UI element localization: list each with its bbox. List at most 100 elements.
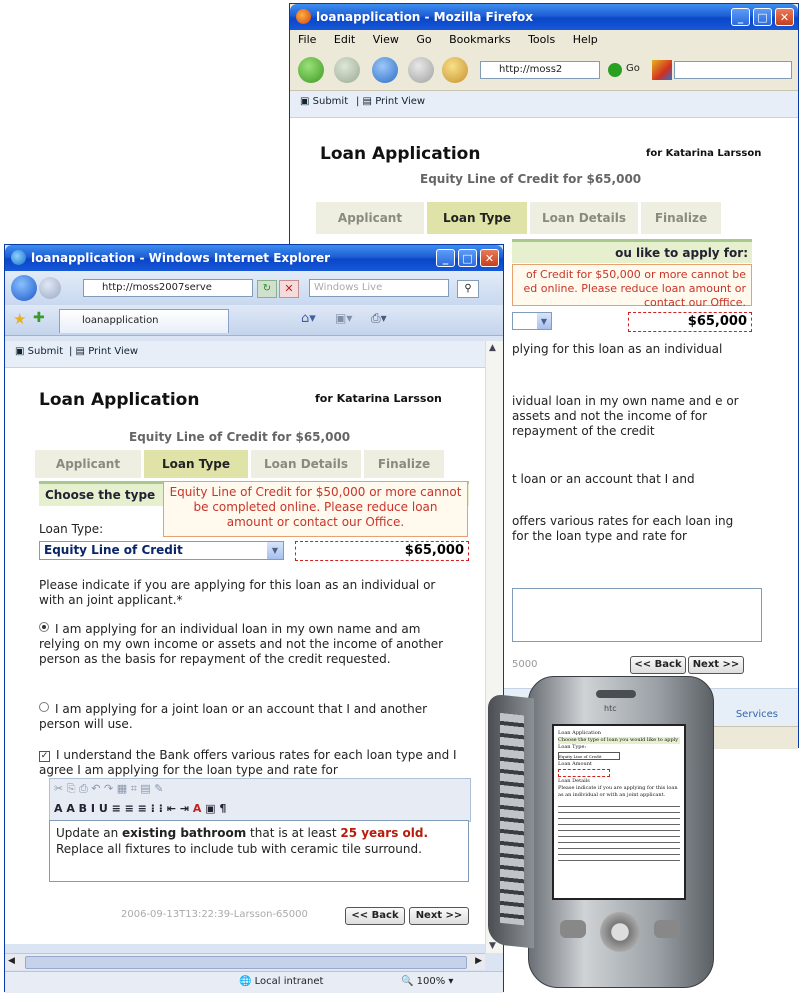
phone-speaker	[596, 690, 636, 698]
back-arrow-icon[interactable]	[298, 57, 324, 83]
services-link[interactable]: Services	[736, 709, 778, 720]
stop-icon[interactable]: ✕	[279, 280, 299, 298]
menu-bookmarks[interactable]: Bookmarks	[449, 33, 510, 46]
option-individual-fragment: ividual loan in my own name and e or ass…	[512, 394, 739, 438]
favorites-star-icon[interactable]: ★	[13, 310, 26, 328]
tab-strip: Applicant Loan Type Loan Details Finaliz…	[35, 450, 447, 478]
option-joint-label: I am applying for a joint loan or an acc…	[39, 702, 428, 731]
screen-text-lines	[558, 801, 680, 861]
home-icon[interactable]	[442, 57, 468, 83]
go-icon[interactable]	[608, 63, 622, 77]
menu-file[interactable]: File	[298, 33, 316, 46]
close-button[interactable]: ✕	[775, 8, 794, 26]
rich-text-area[interactable]	[512, 588, 762, 642]
scroll-left-icon[interactable]: ◀	[8, 956, 15, 966]
stop-icon[interactable]	[408, 57, 434, 83]
firefox-icon	[296, 9, 311, 24]
menu-view[interactable]: View	[373, 33, 399, 46]
ie-address-row: http://moss2007serve ↻ ✕ Windows Live ⚲	[5, 271, 503, 305]
menu-edit[interactable]: Edit	[334, 33, 355, 46]
question-fragment: plying for this loan as an individual	[512, 342, 723, 356]
refresh-icon[interactable]: ↻	[257, 280, 277, 298]
firefox-address-bar[interactable]: http://moss2	[480, 61, 600, 79]
page-title: Loan Application	[320, 144, 481, 164]
rte-toolbar-row-2[interactable]: A A B I U ≡ ≡ ≡ ⁝ ⁝ ⇤ ⇥ A ▣ ¶	[50, 799, 470, 819]
intranet-zone[interactable]: 🌐 Local intranet	[239, 976, 323, 987]
submit-link[interactable]: ▣ Submit	[15, 346, 63, 357]
forward-arrow-icon[interactable]	[39, 277, 61, 299]
rate-agreement[interactable]: ✓ I understand the Bank offers various ra…	[39, 748, 459, 778]
firefox-titlebar[interactable]: loanapplication - Mozilla Firefox _ □ ✕	[290, 4, 798, 30]
reload-icon[interactable]	[372, 57, 398, 83]
rte-toolbar-row-1[interactable]: ✂ ⎘ ⎙ ↶ ↷ ▦ ⌗ ▤ ✎	[50, 779, 470, 799]
tab-loan-details[interactable]: Loan Details	[251, 450, 361, 478]
tab-applicant[interactable]: Applicant	[35, 450, 141, 478]
ie-tab[interactable]: loanapplication	[59, 309, 229, 333]
search-placeholder: Windows Live	[314, 282, 383, 293]
radio-joint[interactable]	[39, 702, 49, 712]
search-box[interactable]	[674, 61, 792, 79]
scroll-right-icon[interactable]: ▶	[475, 956, 482, 966]
applicant-name: for Katarina Larsson	[646, 148, 762, 159]
screen-line: Choose the type of loan you would like t…	[558, 737, 680, 744]
maximize-button[interactable]: □	[753, 8, 772, 26]
add-favorites-icon[interactable]: ✚	[33, 310, 45, 326]
option-joint[interactable]: I am applying for a joint loan or an acc…	[39, 702, 459, 732]
minimize-button[interactable]: _	[731, 8, 750, 26]
loan-amount-field[interactable]: $65,000	[628, 312, 752, 332]
ie-title: loanapplication - Windows Internet Explo…	[31, 251, 331, 265]
ie-address-bar[interactable]: http://moss2007serve	[83, 279, 253, 297]
firefox-sharepoint-toolbar: ▣ Submit | ▤ Print View	[290, 91, 798, 118]
loan-type-select[interactable]: Equity Line of Credit ▼	[39, 541, 284, 560]
feeds-icon[interactable]: ▣▾	[335, 311, 352, 325]
next-button[interactable]: Next >>	[409, 907, 469, 925]
rich-text-editor[interactable]: Update an existing bathroom that is at l…	[49, 820, 469, 882]
tab-finalize[interactable]: Finalize	[641, 202, 721, 234]
loan-amount-field[interactable]: $65,000	[295, 541, 469, 561]
minimize-button[interactable]: _	[436, 249, 455, 267]
print-view-link[interactable]: | ▤ Print View	[356, 96, 425, 107]
tab-loan-type[interactable]: Loan Type	[427, 202, 527, 234]
home-icon[interactable]: ⌂▾	[301, 311, 316, 326]
tab-strip: Applicant Loan Type Loan Details Finaliz…	[316, 202, 724, 234]
ie-search-box[interactable]: Windows Live	[309, 279, 449, 297]
scroll-up-icon[interactable]: ▲	[489, 343, 496, 353]
tab-loan-details[interactable]: Loan Details	[530, 202, 638, 234]
option-individual-label: I am applying for an individual loan in …	[39, 622, 444, 666]
tab-label: loanapplication	[82, 315, 159, 326]
forward-arrow-icon[interactable]	[334, 57, 360, 83]
close-button[interactable]: ✕	[480, 249, 499, 267]
tab-loan-type[interactable]: Loan Type	[144, 450, 248, 478]
phone-dpad[interactable]	[600, 912, 640, 952]
search-icon[interactable]: ⚲	[457, 280, 479, 298]
phone-end-button[interactable]	[654, 920, 680, 938]
subheading: Equity Line of Credit for $65,000	[420, 172, 642, 186]
go-label[interactable]: Go	[626, 63, 640, 74]
back-arrow-icon[interactable]	[11, 275, 37, 301]
screen-line: Please indicate if you are applying for …	[558, 785, 678, 798]
scroll-thumb[interactable]	[25, 956, 467, 969]
print-icon[interactable]: ⎙▾	[371, 311, 387, 326]
back-button[interactable]: << Back	[345, 907, 405, 925]
tab-finalize[interactable]: Finalize	[364, 450, 444, 478]
ie-statusbar: 🌐 Local intranet 🔍 100% ▾	[5, 971, 503, 993]
submit-link[interactable]: ▣ Submit	[300, 96, 348, 107]
bookmark-icon[interactable]	[652, 60, 672, 80]
agreement-checkbox[interactable]: ✓	[39, 751, 50, 762]
phone-nav-buttons	[560, 908, 680, 958]
print-view-link[interactable]: | ▤ Print View	[69, 346, 138, 357]
applicant-question: Please indicate if you are applying for …	[39, 578, 436, 607]
radio-individual[interactable]	[39, 622, 49, 632]
menu-go[interactable]: Go	[416, 33, 431, 46]
menu-help[interactable]: Help	[573, 33, 598, 46]
zoom-level[interactable]: 🔍 100% ▾	[401, 976, 453, 987]
loan-type-select-arrow[interactable]: ▼	[512, 312, 552, 330]
tab-applicant[interactable]: Applicant	[316, 202, 424, 234]
ie-horizontal-scrollbar[interactable]: ◀ ▶	[5, 953, 485, 970]
phone-call-button[interactable]	[560, 920, 586, 938]
maximize-button[interactable]: □	[458, 249, 477, 267]
menu-tools[interactable]: Tools	[528, 33, 555, 46]
ie-titlebar[interactable]: loanapplication - Windows Internet Explo…	[5, 245, 503, 271]
option-individual[interactable]: I am applying for an individual loan in …	[39, 622, 459, 667]
warning-message: of Credit for $50,000 or more cannot be …	[512, 264, 752, 309]
